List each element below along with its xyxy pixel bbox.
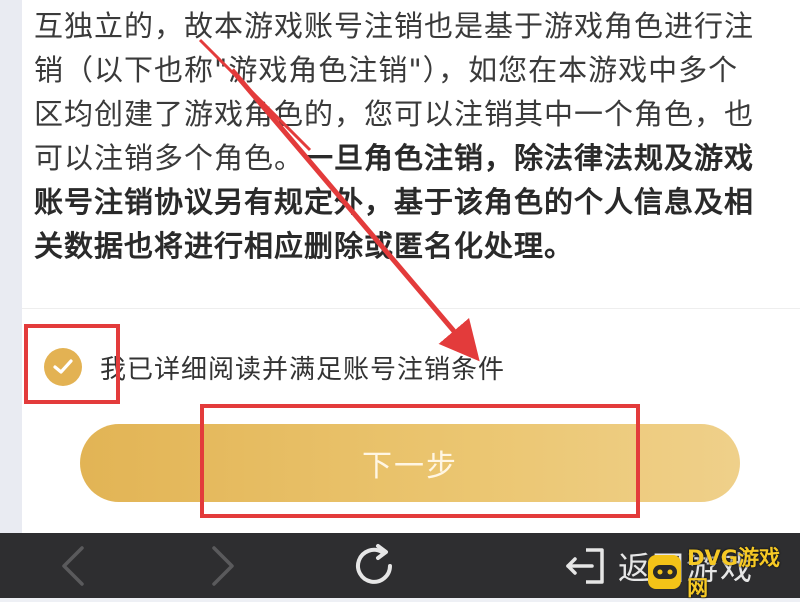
- checkbox-checked-icon[interactable]: [44, 348, 82, 386]
- gamepad-logo-icon: [648, 555, 682, 589]
- exit-icon: [566, 547, 604, 584]
- agreement-checkbox-row[interactable]: 我已详细阅读并满足账号注销条件: [44, 345, 505, 389]
- refresh-icon: [356, 543, 392, 584]
- notice-line: 互独立的，故本游戏账号注销也是基于游戏角色进行注: [34, 9, 755, 43]
- watermark-text: DVG游戏网: [687, 546, 781, 600]
- agreement-label: 我已详细阅读并满足账号注销条件: [100, 354, 506, 385]
- notice-line: 销（以下也称"游戏角色注销"），如您在本游戏中多个: [34, 53, 739, 87]
- cancellation-notice: 互独立的，故本游戏账号注销也是基于游戏角色进行注 销（以下也称"游戏角色注销"）…: [34, 4, 764, 268]
- notice-bold-text: 一旦角色注销，除法律法规及游戏: [304, 141, 755, 175]
- notice-line: 关数据也将进行相应删除或匿名化处理。: [34, 224, 764, 268]
- notice-text: 可以注销多个角色。: [34, 141, 305, 175]
- forward-button[interactable]: [208, 533, 238, 598]
- divider: [22, 308, 800, 309]
- notice-line: 区均创建了游戏角色的，您可以注销其中一个角色，也: [34, 97, 755, 131]
- back-button[interactable]: [58, 533, 88, 598]
- notice-bold-text: 关数据也将进行相应删除或匿名化处理。: [34, 229, 575, 263]
- notice-line: 账号注销协议另有规定外，基于该角色的个人信息及相: [34, 180, 764, 224]
- next-step-button[interactable]: 下一步: [80, 424, 740, 502]
- notice-bold-text: 账号注销协议另有规定外，基于该角色的个人信息及相: [34, 185, 755, 219]
- site-watermark: DVG游戏网: [648, 546, 798, 600]
- chevron-left-icon: [62, 545, 84, 586]
- chevron-right-icon: [212, 545, 234, 586]
- checkmark-icon: [53, 359, 73, 374]
- refresh-button[interactable]: [348, 533, 400, 598]
- notice-line: 可以注销多个角色。一旦角色注销，除法律法规及游戏: [34, 136, 764, 180]
- page-left-edge: [0, 0, 22, 533]
